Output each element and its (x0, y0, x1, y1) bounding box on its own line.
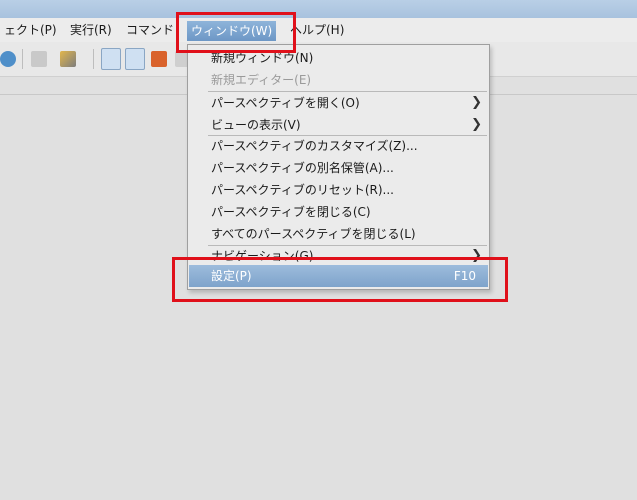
menu-run[interactable]: 実行(R) (66, 18, 116, 42)
menu-item-label: ビューの表示(V) (211, 118, 301, 132)
menu-item-label: パースペクティブのリセット(R)... (211, 183, 394, 197)
menu-item-label: すべてのパースペクティブを閉じる(L) (211, 227, 416, 241)
toolbar-separator (93, 49, 94, 69)
menu-item-label: 新規エディター(E) (211, 73, 312, 87)
menu-item-label: パースペクティブの別名保管(A)... (211, 161, 394, 175)
highlight-box-preferences (172, 257, 508, 302)
menu-item-close-perspective[interactable]: パースペクティブを閉じる(C) (189, 201, 488, 223)
menu-item-customize-perspective[interactable]: パースペクティブのカスタマイズ(Z)... (189, 135, 488, 157)
menu-item-label: パースペクティブを閉じる(C) (211, 205, 371, 219)
window-menu-dropdown: 新規ウィンドウ(N) 新規エディター(E) パースペクティブを開く(O) ❯ ビ… (187, 44, 490, 290)
highlight-box-window-menu (176, 12, 296, 53)
debug-icon[interactable] (0, 51, 16, 67)
window-title-strip (0, 0, 637, 18)
pencil-tool-icon[interactable] (60, 51, 76, 67)
disabled-tool-icon (31, 51, 47, 67)
outline-view-icon[interactable] (101, 48, 121, 70)
menu-item-label: パースペクティブのカスタマイズ(Z)... (211, 139, 418, 153)
toolbar-separator (22, 49, 23, 69)
menu-bar: ェクト(P) 実行(R) コマンド ウィンドウ(W) ヘルプ(H) (0, 18, 637, 42)
menu-item-show-view[interactable]: ビューの表示(V) ❯ (189, 114, 488, 136)
menu-item-label: 新規ウィンドウ(N) (211, 51, 314, 65)
menu-item-label: パースペクティブを開く(O) (211, 96, 360, 110)
menu-item-new-editor: 新規エディター(E) (189, 69, 488, 91)
chevron-right-icon: ❯ (471, 117, 482, 132)
menu-item-save-perspective-as[interactable]: パースペクティブの別名保管(A)... (189, 157, 488, 179)
home-icon[interactable] (151, 51, 167, 67)
tree-view-icon[interactable] (125, 48, 145, 70)
menu-command[interactable]: コマンド (122, 18, 178, 42)
menu-project[interactable]: ェクト(P) (0, 18, 61, 42)
chevron-right-icon: ❯ (471, 95, 482, 110)
menu-item-open-perspective[interactable]: パースペクティブを開く(O) ❯ (189, 92, 488, 114)
menu-item-close-all-perspectives[interactable]: すべてのパースペクティブを閉じる(L) (189, 223, 488, 245)
menu-item-reset-perspective[interactable]: パースペクティブのリセット(R)... (189, 179, 488, 201)
